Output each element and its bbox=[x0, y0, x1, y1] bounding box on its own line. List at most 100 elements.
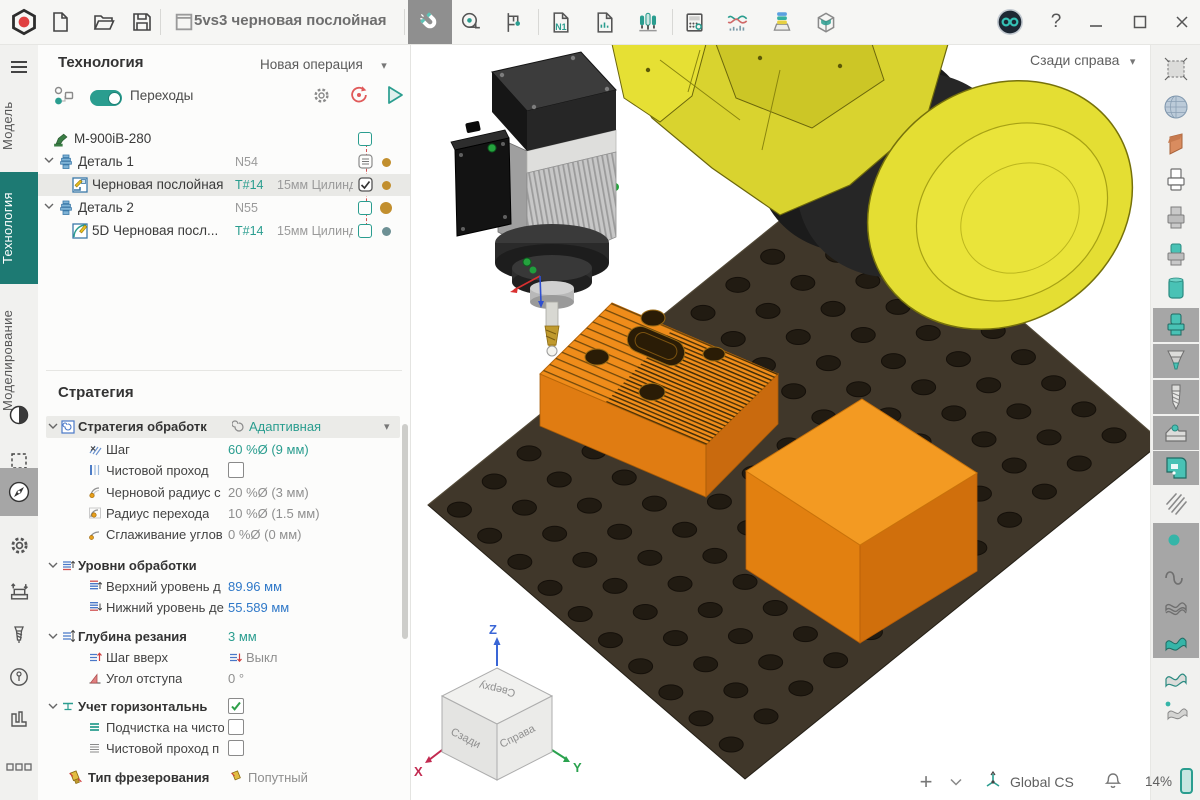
report-button[interactable] bbox=[586, 4, 622, 40]
transitions-toggle[interactable] bbox=[90, 90, 122, 106]
visibility-checkbox[interactable] bbox=[358, 201, 372, 215]
strategy-value[interactable]: 55.589 мм bbox=[228, 600, 289, 615]
caliper-button[interactable] bbox=[494, 4, 530, 40]
tree-row-part2[interactable]: Деталь 2 N55 bbox=[38, 197, 410, 219]
strategy-row-bottom-level[interactable]: Нижний уровень де 55.589 мм bbox=[38, 598, 410, 618]
wireframe-surface-button[interactable] bbox=[1153, 591, 1199, 625]
new-file-button[interactable] bbox=[42, 4, 78, 40]
hatch-button[interactable] bbox=[1153, 487, 1199, 521]
strategy-group-horizontal[interactable]: Учет горизонтальнь bbox=[38, 697, 410, 717]
strategy-value[interactable]: 10 %Ø (1.5 мм) bbox=[228, 506, 320, 521]
strategy-value[interactable]: 20 %Ø (3 мм) bbox=[228, 485, 309, 500]
enabled-checkbox[interactable] bbox=[358, 177, 373, 192]
machine-block-button[interactable] bbox=[1153, 416, 1199, 450]
strategy-row-rough-radius[interactable]: Черновой радиус с 20 %Ø (3 мм) bbox=[38, 483, 410, 503]
drill-bit-button[interactable] bbox=[1153, 380, 1199, 414]
tree-row-machine[interactable]: M-900iB-280 bbox=[38, 128, 410, 150]
tool-button[interactable] bbox=[0, 612, 38, 658]
visibility-checkbox[interactable] bbox=[358, 224, 372, 238]
run-simulation-button[interactable] bbox=[382, 82, 408, 108]
strategy-row-finish-pass-2[interactable]: Чистовой проход п bbox=[38, 739, 410, 759]
strategy-value[interactable]: 89.96 мм bbox=[228, 579, 282, 594]
gauge-button[interactable] bbox=[0, 654, 38, 700]
cs-name-label[interactable]: Global CS bbox=[1010, 774, 1074, 790]
strategy-value[interactable]: Попутный bbox=[248, 770, 308, 785]
operation-structure-button[interactable] bbox=[52, 84, 76, 108]
chevron-down-icon[interactable] bbox=[48, 703, 58, 709]
strategy-value[interactable]: 60 %Ø (9 мм) bbox=[228, 442, 309, 457]
chevron-down-icon[interactable] bbox=[48, 423, 58, 429]
calculator-button[interactable] bbox=[676, 4, 712, 40]
strategy-value[interactable]: Адаптивная bbox=[249, 419, 321, 434]
minimize-button[interactable] bbox=[1078, 4, 1114, 40]
cleanup-checkbox[interactable] bbox=[228, 719, 244, 735]
surface-points-button[interactable] bbox=[1153, 694, 1199, 728]
measure-button[interactable] bbox=[452, 4, 488, 40]
strategy-row-cleanup[interactable]: Подчистка на чисто bbox=[38, 718, 410, 738]
fixture-button[interactable] bbox=[1153, 163, 1199, 197]
visibility-checkbox[interactable] bbox=[358, 132, 372, 146]
nc-program-button[interactable]: N1 bbox=[542, 4, 578, 40]
strategy-group-cut-depth[interactable]: Глубина резания 3 мм bbox=[38, 627, 410, 647]
tab-technology[interactable]: Технология bbox=[0, 172, 38, 284]
strategy-row-link-radius[interactable]: Радиус перехода 10 %Ø (1.5 мм) bbox=[38, 504, 410, 524]
strategy-row-corner-smoothing[interactable]: Сглаживание углов 0 %Ø (0 мм) bbox=[38, 525, 410, 545]
operation-settings-button[interactable] bbox=[308, 82, 334, 108]
chevron-down-icon[interactable] bbox=[44, 203, 54, 209]
chevron-down-icon[interactable] bbox=[44, 157, 54, 163]
operations-list-icon[interactable] bbox=[358, 154, 373, 169]
shaded-surface-button[interactable] bbox=[1153, 624, 1199, 658]
surface-mode-button[interactable] bbox=[1153, 660, 1199, 694]
magnet-snap-button[interactable] bbox=[408, 0, 452, 44]
finish-pass-2-checkbox[interactable] bbox=[228, 740, 244, 756]
strategy-value[interactable]: 3 мм bbox=[228, 629, 257, 644]
cutting-tool[interactable] bbox=[545, 302, 559, 356]
chevron-down-icon[interactable] bbox=[48, 562, 58, 568]
cone-tool-button[interactable] bbox=[1153, 344, 1199, 378]
strategy-value[interactable]: 0 ° bbox=[228, 671, 244, 686]
curve-display-button[interactable] bbox=[1153, 557, 1199, 591]
viewport-3d[interactable]: Сверху Сзади Справа Z X Y bbox=[410, 44, 1152, 800]
tree-row-part1[interactable]: Деталь 1 N54 bbox=[38, 151, 410, 173]
strategy-row-step-up[interactable]: Шаг вверх Выкл bbox=[38, 648, 410, 668]
holder-teal-gray-button[interactable] bbox=[1153, 238, 1199, 272]
globe-button[interactable] bbox=[1153, 90, 1199, 124]
chevron-down-icon[interactable] bbox=[48, 633, 58, 639]
panel-scrollbar[interactable] bbox=[402, 424, 408, 639]
view-orientation-selector[interactable]: Сзади справа ▾ bbox=[1030, 52, 1135, 70]
tool-library-button[interactable] bbox=[630, 4, 666, 40]
notifications-button[interactable] bbox=[1100, 768, 1126, 794]
simulation-button[interactable] bbox=[808, 4, 844, 40]
strategy-row-step[interactable]: Шаг 60 %Ø (9 мм) bbox=[38, 440, 410, 460]
machine-teal-button[interactable] bbox=[1153, 451, 1199, 485]
holder-teal-button[interactable] bbox=[1153, 272, 1199, 306]
assistant-button[interactable] bbox=[992, 4, 1028, 40]
graphs-button[interactable] bbox=[720, 4, 756, 40]
maximize-button[interactable] bbox=[1122, 4, 1158, 40]
strategy-row-strategy[interactable]: Стратегия обработк Адаптивная ▾ bbox=[38, 417, 410, 437]
tree-row-roughing-op[interactable]: Черновая послойная T#14 15мм Цилинд bbox=[38, 174, 410, 196]
finish-pass-checkbox[interactable] bbox=[228, 462, 244, 478]
workpiece-button[interactable] bbox=[1153, 201, 1199, 235]
app-logo[interactable] bbox=[6, 4, 42, 40]
add-cs-button[interactable]: + bbox=[912, 768, 940, 796]
strategy-row-finish-pass[interactable]: Чистовой проход bbox=[38, 461, 410, 481]
help-button[interactable]: ? bbox=[1038, 4, 1074, 40]
shading-mode-button[interactable] bbox=[0, 392, 38, 438]
fixture-button[interactable] bbox=[0, 696, 38, 742]
main-menu-button[interactable] bbox=[0, 52, 38, 82]
strategy-row-mill-type[interactable]: Тип фрезерования Попутный bbox=[38, 768, 410, 788]
tree-row-5d-op[interactable]: 5D Черновая посл... T#14 15мм Цилинд bbox=[38, 220, 410, 242]
view-cube[interactable]: Сверху Сзади Справа Z X Y bbox=[414, 622, 582, 780]
strategy-row-retract-angle[interactable]: Угол отступа 0 ° bbox=[38, 669, 410, 689]
cs-expand-button[interactable] bbox=[946, 774, 966, 790]
save-button[interactable] bbox=[124, 4, 160, 40]
stock-setup-button[interactable] bbox=[0, 568, 38, 614]
stock-frame-button[interactable] bbox=[1153, 52, 1199, 86]
open-button[interactable] bbox=[86, 4, 122, 40]
horizontal-areas-checkbox[interactable] bbox=[228, 698, 244, 714]
more-button[interactable] bbox=[0, 744, 38, 790]
tab-model[interactable]: Модель bbox=[0, 84, 38, 168]
cs-button[interactable] bbox=[980, 768, 1006, 794]
compass-orient-button[interactable] bbox=[0, 468, 38, 516]
